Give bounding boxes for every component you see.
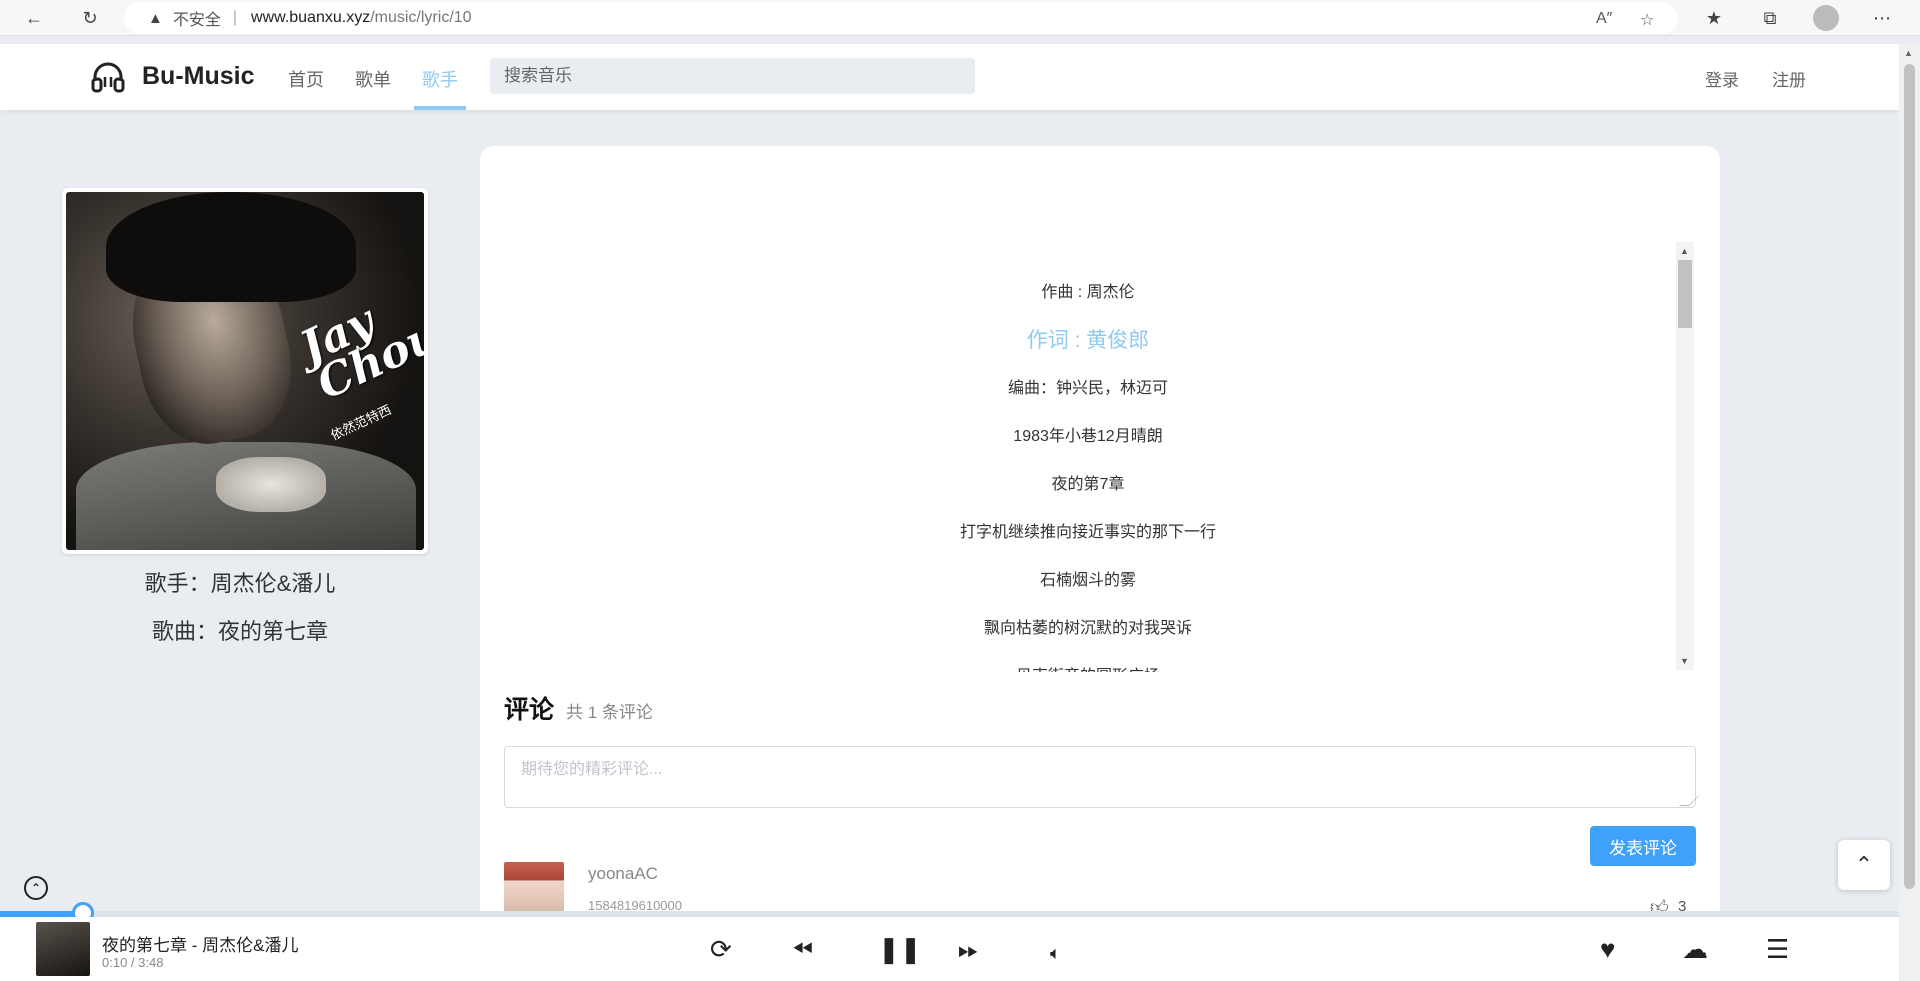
favorites-icon[interactable]: ★ [1700,4,1728,32]
playback-time: 0:10 / 3:48 [102,955,164,970]
refresh-icon[interactable]: ↻ [76,4,104,32]
lyrics-scrollbar-thumb[interactable] [1678,260,1692,328]
site-logo[interactable]: Bu-Music [142,62,255,91]
page-scrollbar-thumb[interactable] [1904,64,1915,889]
lyric-line: 作词 : 黄俊郎 [1026,329,1150,352]
collections-icon[interactable]: ⧉ [1756,4,1784,32]
profile-icon[interactable] [1812,4,1840,32]
expand-player-icon[interactable]: ⌃ [24,876,48,900]
singer-label: 歌手：周杰伦&潘儿 [144,571,336,596]
lyric-line: 打字机继续推向接近事实的那下一行 [959,524,1216,541]
comment-username[interactable]: yoonaAC [588,864,658,884]
url-host: www.buanxu.xyz [251,9,371,26]
search-input[interactable] [490,58,975,94]
lyrics-panel[interactable]: 作曲 : 周杰伦作词 : 黄俊郎编曲：钟兴民，林迈可 1983年小巷12月晴朗 夜的… [504,242,1672,672]
comment-avatar[interactable] [504,862,564,914]
volume-icon[interactable]: 🔈︎ [1050,939,1061,967]
player-album-thumbnail[interactable] [36,922,90,976]
lyric-line: 石楠烟斗的雾 [1039,572,1136,589]
lyric-line: 贝克街旁的圆形广场 [504,662,1672,672]
page-scrollbar[interactable]: ▲ [1899,44,1920,981]
next-track-icon[interactable]: ⏩︎ [958,935,979,963]
address-bar[interactable]: ▲ 不安全 | www.buanxu.xyz/music/lyric/10 A″… [124,2,1678,34]
download-cloud-icon[interactable]: ☁ [1682,935,1708,963]
add-favorite-icon[interactable]: ☆ [1640,10,1654,30]
player-bar: 夜的第七章 - 周杰伦&潘儿 0:10 / 3:48 ⟳ ⏪︎ ❚❚ ⏩︎ 🔈︎… [0,917,1899,981]
back-to-top-button[interactable]: ⌃ [1838,840,1890,890]
address-separator: | [232,9,238,26]
previous-track-icon[interactable]: ⏪︎ [792,935,813,963]
repeat-icon[interactable]: ⟳ [710,935,732,963]
comments-count: 共 1 条评论 [566,703,653,722]
nav-home[interactable]: 首页 [288,66,324,92]
heart-icon[interactable]: ♥ [1600,935,1615,963]
headphones-logo-icon [91,62,125,93]
active-nav-indicator [414,106,466,110]
back-arrow-icon[interactable]: ← [20,4,48,32]
nav-playlists[interactable]: 歌单 [355,66,391,92]
playlist-menu-icon[interactable]: ☰ [1766,935,1789,963]
lyric-line: 编曲：钟兴民，林迈可 [1007,380,1168,397]
lyric-line: 1983年小巷12月晴朗 [1013,428,1163,445]
browser-toolbar: ← ↻ ▲ 不安全 | www.buanxu.xyz/music/lyric/1… [0,0,1920,36]
insecure-label: 不安全 [172,12,221,29]
read-aloud-icon[interactable]: A″ [1596,10,1612,28]
site-header: Bu-Music 首页 歌单 歌手 登录 注册 [0,44,1899,110]
comments-title: 评论 [504,696,555,724]
warning-icon: ▲ [148,9,163,27]
post-comment-button[interactable]: 发表评论 [1590,826,1696,866]
lyrics-scroll-up-icon[interactable]: ▲ [1680,246,1689,256]
comment-textarea[interactable] [504,746,1696,808]
song-label: 歌曲：夜的第七章 [151,619,328,644]
lyrics-scrollbar[interactable]: ▲ ▼ [1676,242,1694,670]
lyrics-scroll-down-icon[interactable]: ▼ [1680,656,1689,666]
album-cover: Jay Chou 依然范特西 [62,188,428,554]
scroll-up-arrow-icon[interactable]: ▲ [1904,48,1913,58]
album-art-image: Jay Chou 依然范特西 [66,192,424,550]
url-path: /music/lyric/10 [370,9,472,26]
lyrics-comments-card: 作曲 : 周杰伦作词 : 黄俊郎编曲：钟兴民，林迈可 1983年小巷12月晴朗 夜的… [480,146,1720,936]
pause-icon[interactable]: ❚❚ [878,935,922,963]
more-menu-icon[interactable]: ⋯ [1868,4,1896,32]
lyric-line: 飘向枯萎的树沉默的对我哭诉 [983,620,1192,637]
now-playing-title: 夜的第七章 - 周杰伦&潘儿 [102,936,299,955]
register-link[interactable]: 注册 [1772,66,1806,91]
nav-artists[interactable]: 歌手 [422,66,458,92]
lyric-line: 作曲 : 周杰伦 [1041,284,1135,301]
lyric-line: 夜的第7章 [1051,476,1125,493]
chevron-up-icon: ⌃ [1854,852,1874,877]
login-link[interactable]: 登录 [1705,66,1739,91]
